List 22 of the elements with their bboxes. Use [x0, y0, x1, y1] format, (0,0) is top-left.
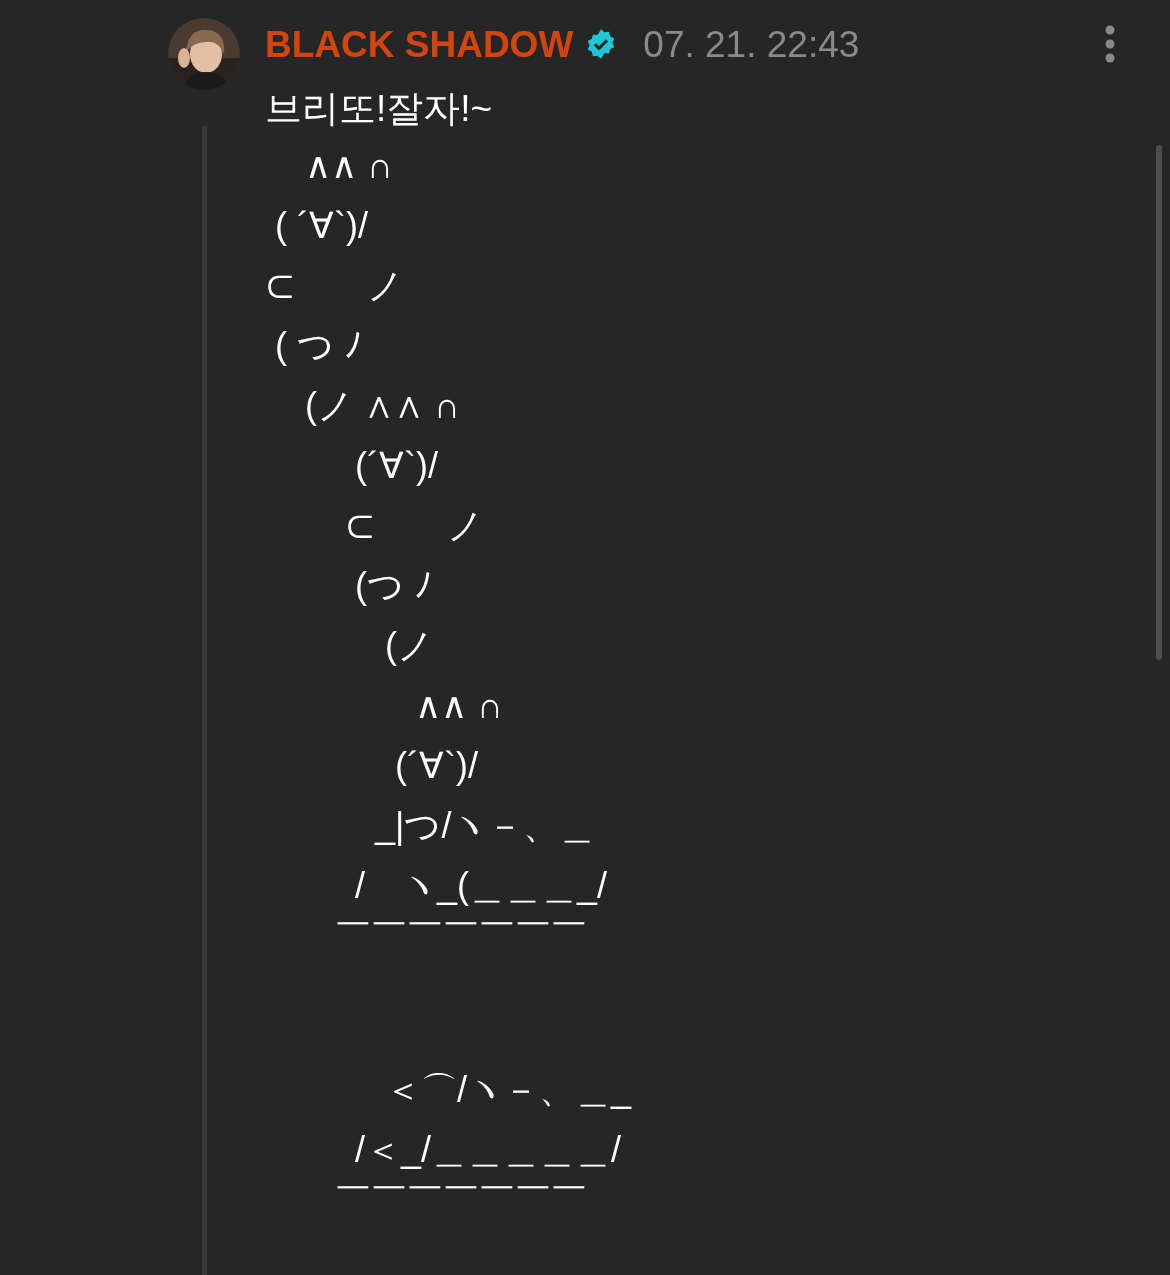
ascii-art-line: (ノ — [384, 624, 434, 668]
ascii-art-line: ￣￣￣￣￣￣￣ — [334, 916, 587, 956]
ascii-art-line: (つ ﾉ — [354, 564, 432, 608]
ascii-art-line: / ヽ_(＿＿＿_/ — [354, 864, 608, 908]
ascii-art-line: ( つ ﾉ — [274, 324, 362, 368]
scrollbar[interactable] — [1156, 145, 1162, 660]
ascii-art-line: ⊂ ノ — [344, 504, 484, 548]
ascii-art-line: (´∀`)/ — [354, 444, 438, 488]
ascii-art-line: ￣￣￣￣￣￣￣ — [334, 1180, 587, 1220]
ascii-art-line: ∧∧ ∩ — [414, 684, 503, 728]
ascii-art-line: ⊂ ノ — [265, 264, 404, 308]
ascii-art-line: _|つ/ヽ－、＿ — [373, 804, 596, 848]
message-text: 브리또!잘자!~ — [265, 87, 493, 131]
author-name[interactable]: BLACK SHADOW — [265, 25, 574, 63]
ascii-art-line: (´∀`)/ — [394, 744, 478, 788]
ascii-art-line: (ノ ∧∧ ∩ — [304, 384, 460, 428]
more-options-icon[interactable] — [1105, 25, 1115, 63]
ascii-art-line: /＜_/＿＿＿＿＿/ — [354, 1128, 622, 1172]
ascii-art-line: ( ´∀`)/ — [274, 204, 368, 248]
timestamp: 07. 21. 22:43 — [643, 25, 860, 63]
ascii-art-line: ＜⌒/ヽ－、＿_ — [384, 1068, 632, 1112]
ascii-art-line: ∧∧ ∩ — [304, 144, 393, 188]
